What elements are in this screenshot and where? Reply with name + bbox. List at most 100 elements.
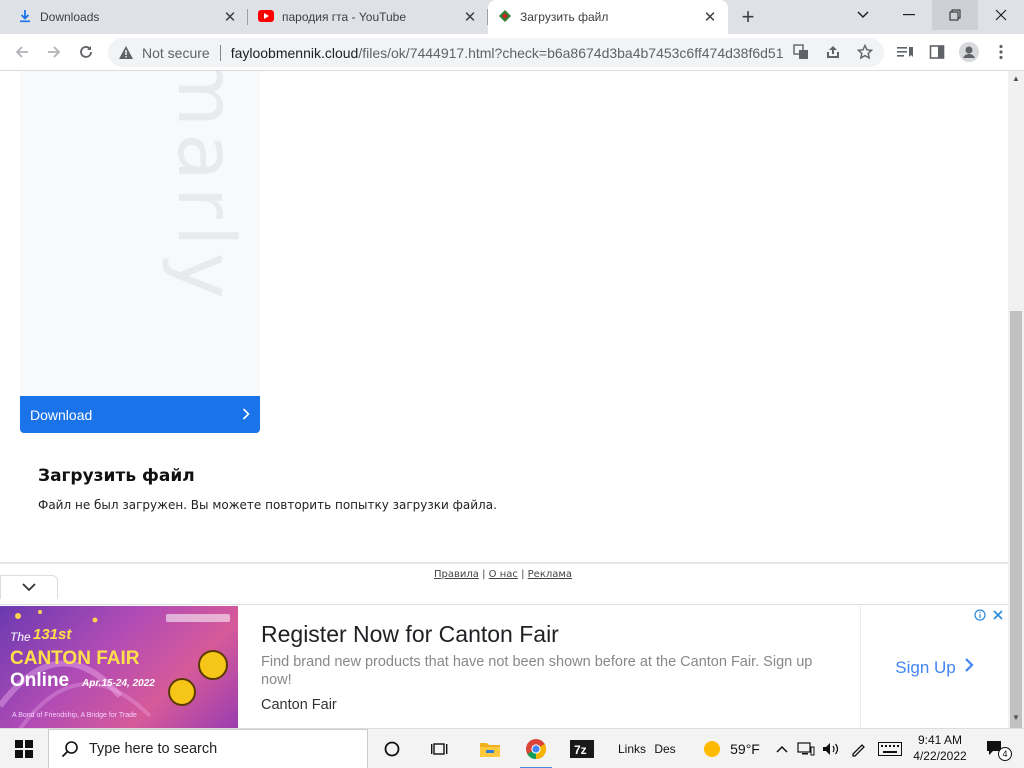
close-icon[interactable]: ✕ (222, 9, 238, 26)
ad-description: Find brand new products that have not be… (261, 654, 813, 688)
chrome-button[interactable] (514, 729, 558, 768)
warning-icon[interactable] (118, 45, 134, 61)
tab-downloads[interactable]: Downloads ✕ (8, 0, 248, 34)
notification-center-button[interactable]: 4 (978, 729, 1014, 768)
ads-link[interactable]: Реклама (528, 569, 572, 580)
file-explorer-button[interactable] (468, 729, 512, 768)
scroll-up-icon[interactable]: ▲ (1012, 74, 1020, 83)
mascot-icon (168, 678, 196, 706)
clock-time: 9:41 AM (917, 733, 963, 747)
scroll-down-icon[interactable]: ▼ (1012, 713, 1020, 722)
url-path: /files/ok/7444917.html?check=b6a8674d3ba… (358, 44, 784, 61)
scroll-thumb[interactable] (1010, 311, 1022, 729)
security-status[interactable]: Not secure (142, 45, 210, 61)
download-icon (18, 9, 32, 26)
start-button[interactable] (0, 729, 48, 768)
task-view-button[interactable] (420, 729, 460, 768)
browser-toolbar: Not secure fayloobmennik.cloud/files/ok/… (0, 34, 1024, 71)
7zip-button[interactable]: 7z (562, 729, 602, 768)
ad-image[interactable]: The 131st CANTON FAIR Online Apr.15-24, … (0, 606, 238, 728)
restore-button[interactable] (932, 0, 978, 30)
clock-date: 4/22/2022 (913, 749, 967, 763)
chevron-right-icon (242, 407, 250, 423)
menu-kebab-icon[interactable] (990, 41, 1012, 63)
tab-label: Загрузить файл (520, 10, 609, 24)
footer-separator: | (521, 569, 525, 580)
ad-image-online: Online (10, 670, 70, 691)
ad-image-edition: 131st (33, 626, 72, 643)
windows-logo-icon (15, 740, 33, 758)
ad-banner[interactable]: The 131st CANTON FAIR Online Apr.15-24, … (0, 604, 1008, 728)
footer-links: Правила | О нас | Реклама (434, 569, 572, 580)
file-preview-panel: marly (20, 71, 260, 396)
forward-button[interactable] (42, 40, 66, 64)
url-text[interactable]: fayloobmennik.cloud/files/ok/7444917.htm… (231, 45, 786, 61)
cortana-icon (384, 741, 400, 757)
share-icon[interactable] (822, 41, 844, 63)
chrome-icon (526, 739, 547, 760)
search-icon (61, 741, 78, 758)
tab-label: Downloads (40, 10, 100, 24)
ad-source: Canton Fair (261, 697, 337, 713)
url-host: fayloobmennik.cloud (230, 44, 359, 61)
system-clock[interactable]: 9:41 AM 4/22/2022 (908, 732, 972, 764)
desktop-toolbar[interactable]: Des (650, 729, 680, 768)
download-button-label: Download (30, 406, 93, 423)
ad-image-dates: Apr.15-24, 2022 (82, 678, 155, 689)
address-bar[interactable]: Not secure fayloobmennik.cloud/files/ok/… (108, 38, 884, 67)
status-message: Файл не был загружен. Вы можете повторит… (38, 498, 497, 512)
reading-list-icon[interactable] (894, 41, 916, 63)
bookmark-star-icon[interactable] (854, 41, 876, 63)
ad-cta-button[interactable]: Sign Up (860, 606, 1008, 728)
site-favicon (498, 9, 512, 26)
about-link[interactable]: О нас (489, 569, 518, 580)
chevron-down-icon (22, 579, 36, 597)
minimize-button[interactable] (886, 0, 932, 30)
svg-text:7z: 7z (574, 743, 587, 757)
ad-title[interactable]: Register Now for Canton Fair (261, 621, 559, 648)
weather-widget[interactable]: 59°F (696, 729, 766, 768)
ad-image-name: CANTON FAIR (10, 648, 140, 669)
tab-upload-file[interactable]: Загрузить файл ✕ (488, 0, 728, 34)
cortana-button[interactable] (372, 729, 412, 768)
collapse-ad-button[interactable] (0, 575, 58, 599)
close-window-button[interactable] (978, 0, 1024, 30)
translate-icon[interactable] (790, 41, 812, 63)
notification-count-badge: 4 (998, 747, 1012, 761)
download-button[interactable]: Download (20, 396, 260, 433)
close-icon[interactable]: ✕ (702, 9, 718, 26)
youtube-icon (258, 9, 274, 25)
close-icon[interactable]: ✕ (462, 9, 478, 26)
ad-info-icon[interactable] (974, 609, 986, 624)
folder-icon (480, 743, 500, 757)
chevron-up-icon[interactable] (772, 729, 792, 768)
network-icon[interactable] (794, 729, 818, 768)
reload-button[interactable] (74, 40, 98, 64)
screen: Downloads ✕ пародия гта - YouTube ✕ Загр… (0, 0, 1024, 768)
tab-label: пародия гта - YouTube (282, 10, 407, 24)
ad-image-tagline: A Bond of Friendship, A Bridge for Trade (12, 712, 137, 719)
side-panel-icon[interactable] (926, 41, 948, 63)
org-logo (166, 614, 230, 622)
profile-avatar-icon[interactable] (958, 41, 980, 63)
rules-link[interactable]: Правила (434, 569, 479, 580)
weather-temp: 59°F (730, 741, 760, 757)
keyboard-icon[interactable] (874, 729, 906, 768)
back-button[interactable] (10, 40, 34, 64)
preview-watermark: marly (160, 71, 250, 305)
tab-youtube[interactable]: пародия гта - YouTube ✕ (248, 0, 488, 34)
mascot-icon (198, 650, 228, 680)
pen-icon[interactable] (846, 729, 870, 768)
taskbar-search[interactable]: Type here to search (48, 729, 368, 768)
new-tab-button[interactable]: + (736, 4, 760, 29)
page-title: Загрузить файл (38, 466, 195, 486)
ad-close-icon[interactable] (992, 609, 1004, 624)
chevron-right-icon (964, 657, 974, 678)
ad-image-the: The (10, 630, 31, 644)
volume-icon[interactable] (820, 729, 842, 768)
tab-search-icon[interactable] (840, 0, 886, 30)
browser-tabstrip: Downloads ✕ пародия гта - YouTube ✕ Загр… (0, 0, 1024, 34)
separator (219, 44, 221, 61)
links-toolbar[interactable]: Links (614, 729, 650, 768)
page-scrollbar[interactable]: ▲ ▼ (1008, 71, 1024, 729)
